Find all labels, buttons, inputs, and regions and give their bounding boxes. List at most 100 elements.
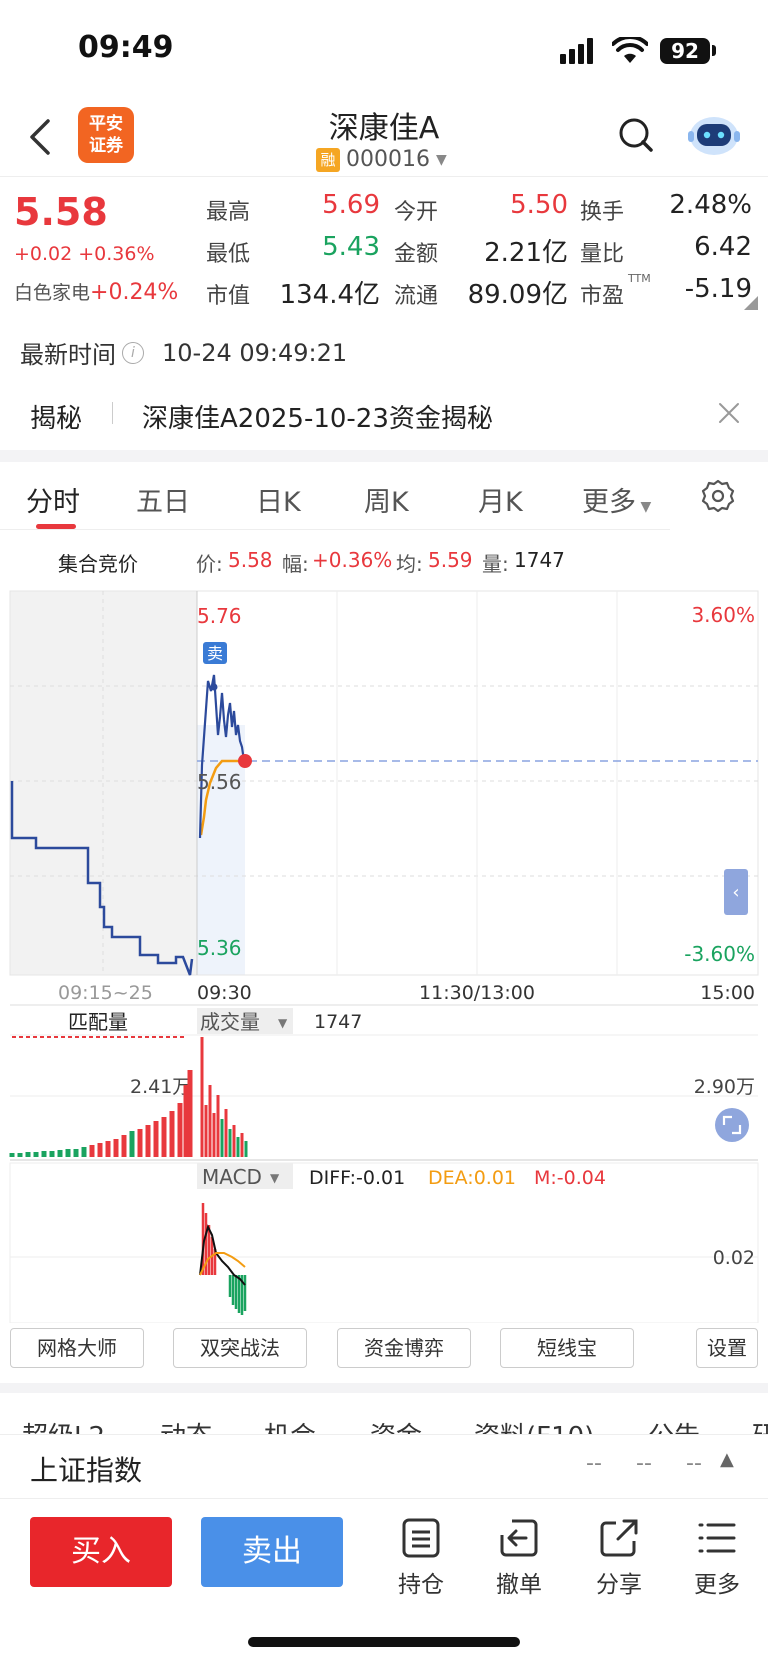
positions-button[interactable]: 持仓 xyxy=(386,1517,456,1599)
buy-button[interactable]: 买入 xyxy=(30,1517,172,1587)
section-divider xyxy=(0,1383,768,1393)
macd-m: M:-0.04 xyxy=(534,1167,606,1189)
battery-tip xyxy=(712,45,716,56)
battery-icon: 92 xyxy=(660,38,710,64)
dropdown-triangle-icon: ▼ xyxy=(270,1171,280,1185)
signal-icon xyxy=(560,38,593,64)
settings-gear-icon[interactable] xyxy=(700,478,736,514)
more-button[interactable]: 更多 xyxy=(682,1517,752,1599)
stock-code-selector[interactable]: 融 000016 ▼ xyxy=(316,147,447,172)
float-cap-value: 89.09亿 xyxy=(467,280,568,310)
tab-more[interactable]: 更多 ▼ xyxy=(582,480,651,519)
tab-news[interactable]: 动态 xyxy=(160,1416,212,1434)
section-divider xyxy=(0,450,768,462)
volume-selector-label: 成交量 xyxy=(200,1010,260,1034)
dropdown-triangle-icon: ▼ xyxy=(435,151,447,168)
float-cap-label: 流通 xyxy=(394,284,439,309)
macd-dea: DEA:0.01 xyxy=(428,1167,516,1189)
search-icon[interactable] xyxy=(616,115,656,155)
bottom-action-bar: 买入 卖出 持仓 撤单 分享 更多 xyxy=(0,1498,768,1663)
dropdown-triangle-icon: ▼ xyxy=(278,1016,288,1030)
chevron-left-icon: ‹ xyxy=(732,882,739,903)
tab-profile[interactable]: 资料(F10) xyxy=(474,1416,594,1434)
close-icon[interactable] xyxy=(718,402,740,424)
index-ticker[interactable]: 上证指数 -- -- -- ▲ xyxy=(0,1434,768,1498)
tab-monthly-k[interactable]: 月K xyxy=(478,480,523,519)
fullscreen-icon xyxy=(715,1108,749,1142)
expand-corner-icon[interactable] xyxy=(744,296,758,310)
reveal-text: 深康佳A2025-10-23资金揭秘 xyxy=(142,404,493,434)
status-bar: 09:49 92 xyxy=(0,0,768,95)
macd-diff: DIFF:-0.01 xyxy=(309,1167,405,1189)
sell-button[interactable]: 卖出 xyxy=(201,1517,343,1587)
tab-daily-k[interactable]: 日K xyxy=(256,480,301,519)
index-name: 上证指数 xyxy=(30,1454,143,1487)
intraday-chart[interactable]: 卖 5.76 5.56 5.36 3.60% -3.60% ‹ 09:15~25… xyxy=(0,585,768,1323)
sector-change[interactable]: 白色家电+0.24% xyxy=(14,278,178,305)
tab-opportunity[interactable]: 机会 xyxy=(264,1416,316,1434)
x-label-midday: 11:30/13:00 xyxy=(419,982,535,1004)
fund-game-button[interactable]: 资金博弈 xyxy=(337,1328,471,1368)
stock-code: 000016 xyxy=(346,147,430,172)
dropdown-triangle-icon: ▼ xyxy=(636,499,652,515)
tab-super-l2[interactable]: 超级L2 xyxy=(22,1416,105,1434)
auction-avg: 5.59 xyxy=(428,548,473,572)
share-button[interactable]: 分享 xyxy=(584,1517,654,1599)
x-label-close: 15:00 xyxy=(700,982,755,1004)
latest-time-row: 最新时间 i 10-24 09:49:21 xyxy=(20,338,348,370)
volume-ratio-value: 6.42 xyxy=(694,232,752,262)
detail-tabs: 超级L2 动态 机会 资金 资料(F10) 公告 研 xyxy=(0,1408,768,1434)
x-label-auction: 09:15~25 xyxy=(58,982,153,1004)
pct-top-label: 3.60% xyxy=(691,603,755,627)
tab-announcements[interactable]: 公告 xyxy=(648,1416,700,1434)
auction-label: 集合竞价 xyxy=(58,552,138,576)
volume-value: 1747 xyxy=(314,1011,362,1033)
pe-label: 市盈 xyxy=(580,284,625,309)
pct-bottom-label: -3.60% xyxy=(684,942,755,966)
last-price: 5.58 xyxy=(14,190,108,234)
robot-assistant-icon[interactable] xyxy=(686,109,742,159)
double-breakout-button[interactable]: 双突战法 xyxy=(173,1328,307,1368)
expand-up-icon[interactable]: ▲ xyxy=(720,1449,734,1470)
short-line-button[interactable]: 短线宝 xyxy=(500,1328,634,1368)
volume-right-max: 2.90万 xyxy=(694,1076,755,1098)
positions-icon xyxy=(402,1518,440,1558)
tab-research[interactable]: 研 xyxy=(752,1416,768,1434)
grid-master-button[interactable]: 网格大师 xyxy=(10,1328,144,1368)
divider xyxy=(112,402,113,424)
tab-intraday[interactable]: 分时 xyxy=(26,480,80,519)
wifi-icon xyxy=(612,37,648,63)
high-label: 最高 xyxy=(206,200,251,225)
fund-reveal-banner[interactable]: 揭秘 深康佳A2025-10-23资金揭秘 xyxy=(0,384,768,444)
info-icon[interactable]: i xyxy=(122,341,144,364)
auction-volume: 1747 xyxy=(514,548,565,572)
high-value: 5.69 xyxy=(322,190,380,220)
tab-funds[interactable]: 资金 xyxy=(370,1416,422,1434)
price-change: +0.02 +0.36% xyxy=(14,243,155,265)
market-cap-value: 134.4亿 xyxy=(279,280,380,310)
cancel-order-button[interactable]: 撤单 xyxy=(484,1517,554,1599)
share-icon xyxy=(600,1519,638,1557)
x-label-open: 09:30 xyxy=(197,982,252,1004)
volume-ratio-label: 量比 xyxy=(580,242,625,267)
turnover-label: 换手 xyxy=(580,200,625,225)
home-indicator[interactable] xyxy=(248,1637,520,1647)
market-cap-label: 市值 xyxy=(206,284,251,309)
chart-tabs: 分时 五日 日K 周K 月K 更多 ▼ xyxy=(0,462,670,530)
high-point-marker xyxy=(210,683,218,691)
tool-buttons: 网格大师 双突战法 资金博弈 短线宝 设置 xyxy=(0,1328,768,1368)
volume-left-max: 2.41万 xyxy=(130,1076,191,1098)
amount-value: 2.21亿 xyxy=(484,238,568,268)
menu-icon xyxy=(698,1523,736,1553)
auction-range: +0.36% xyxy=(312,548,393,572)
status-time: 09:49 xyxy=(78,30,174,65)
macd-right-value: 0.02 xyxy=(713,1247,755,1269)
tab-five-day[interactable]: 五日 xyxy=(136,480,190,519)
undo-order-icon xyxy=(500,1519,538,1557)
sell-signal-text: 卖 xyxy=(207,644,223,663)
low-label: 最低 xyxy=(206,242,251,267)
y-bottom-label: 5.36 xyxy=(197,936,242,960)
stock-header: 平安 证券 深康佳A 融 000016 ▼ xyxy=(0,95,768,177)
tab-weekly-k[interactable]: 周K xyxy=(364,480,409,519)
tool-settings-button[interactable]: 设置 xyxy=(696,1328,758,1368)
